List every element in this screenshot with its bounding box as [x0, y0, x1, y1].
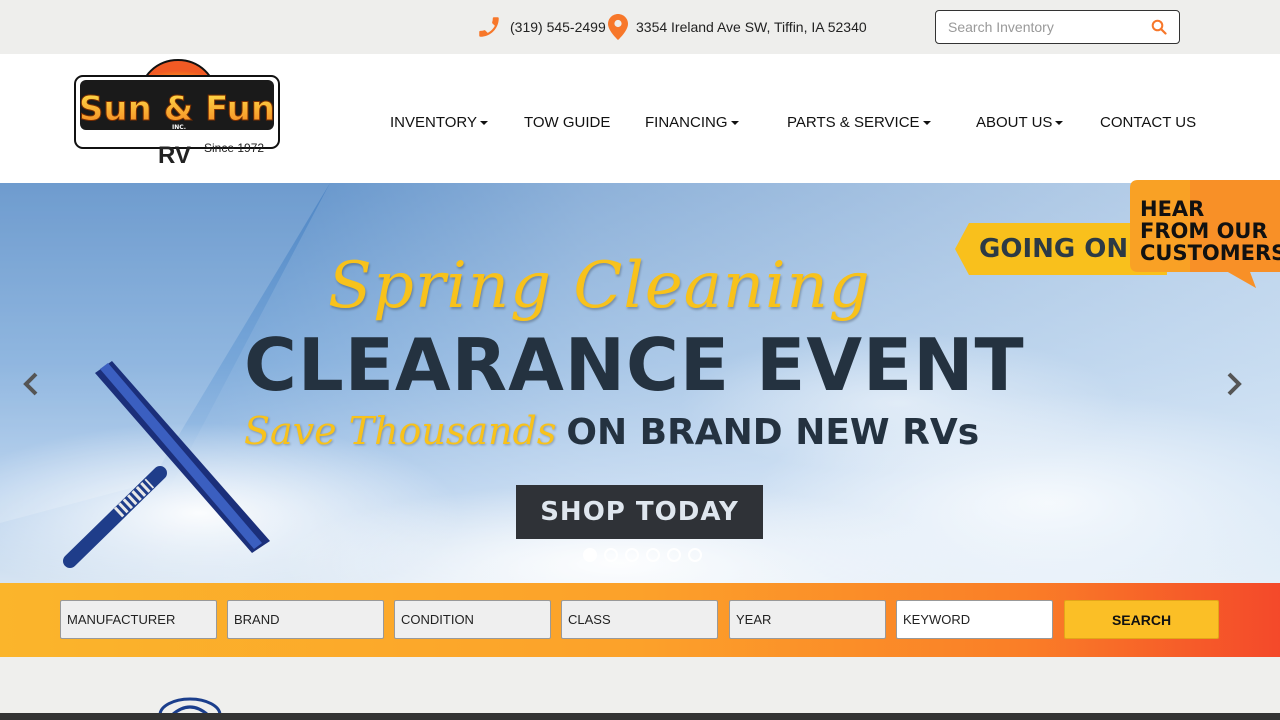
nav-parts-service-label: PARTS & SERVICE — [787, 114, 920, 131]
site-logo[interactable]: Sun & Fun INC. RV Since 1972 — [74, 36, 284, 169]
nav-financing[interactable]: FINANCING — [645, 114, 739, 131]
class-select[interactable]: CLASS — [561, 600, 718, 639]
carousel-dot[interactable] — [604, 548, 618, 562]
manufacturer-select[interactable]: MANUFACTURER — [60, 600, 217, 639]
hero-main-title: CLEARANCE EVENT — [244, 323, 1025, 407]
shop-today-button[interactable]: SHOP TODAY — [516, 485, 763, 539]
phone-number: (319) 545-2499 — [510, 19, 606, 35]
nav-inventory-label: INVENTORY — [390, 114, 477, 131]
caret-down-icon — [1055, 120, 1064, 125]
inventory-filter-bar: MANUFACTURER BRAND CONDITION CLASS YEAR … — [0, 583, 1280, 657]
nav-financing-label: FINANCING — [645, 114, 728, 131]
footer-edge — [0, 713, 1280, 720]
caret-down-icon — [922, 120, 931, 125]
chevron-right-icon[interactable] — [1221, 369, 1247, 399]
nav-contact-us[interactable]: CONTACT US — [1100, 114, 1196, 131]
testimonials-line-1: HEAR — [1140, 197, 1205, 221]
nav-inventory[interactable]: INVENTORY — [390, 114, 488, 131]
site-header: Sun & Fun INC. RV Since 1972 INVENTORY T… — [0, 54, 1280, 183]
carousel-dot[interactable] — [625, 548, 639, 562]
inventory-search — [935, 10, 1180, 44]
caret-down-icon — [730, 120, 739, 125]
nav-about-us[interactable]: ABOUT US — [976, 114, 1064, 131]
address-link[interactable]: 3354 Ireland Ave SW, Tiffin, IA 52340 — [608, 14, 867, 40]
svg-text:Since 1972: Since 1972 — [204, 141, 264, 155]
carousel-dot[interactable] — [688, 548, 702, 562]
nav-contact-us-label: CONTACT US — [1100, 114, 1197, 131]
logo-inc: INC. — [172, 124, 186, 131]
hero-carousel: Spring Cleaning CLEARANCE EVENT Save Tho… — [0, 183, 1280, 583]
search-input[interactable] — [936, 11, 1136, 43]
nav-tow-guide[interactable]: TOW GUIDE — [524, 114, 610, 131]
carousel-indicators — [583, 548, 702, 562]
testimonials-tab-text: HEAR FROM OUR CUSTOMERS — [1140, 198, 1280, 264]
carousel-dot[interactable] — [646, 548, 660, 562]
nav-about-us-label: ABOUT US — [976, 114, 1053, 131]
chevron-left-icon[interactable] — [18, 369, 44, 399]
search-icon[interactable] — [1151, 19, 1167, 35]
condition-select[interactable]: CONDITION — [394, 600, 551, 639]
caret-down-icon — [479, 120, 488, 125]
keyword-input[interactable]: KEYWORD — [896, 600, 1053, 639]
logo-graphic: Sun & Fun INC. RV Since 1972 — [74, 59, 280, 169]
year-select[interactable]: YEAR — [729, 600, 886, 639]
testimonials-line-2: FROM OUR — [1140, 219, 1268, 243]
nav-parts-service[interactable]: PARTS & SERVICE — [787, 114, 931, 131]
brand-select[interactable]: BRAND — [227, 600, 384, 639]
brands-section — [0, 657, 1280, 720]
phone-link[interactable]: (319) 545-2499 — [476, 14, 606, 40]
phone-icon — [479, 17, 499, 37]
search-button[interactable]: SEARCH — [1064, 600, 1219, 639]
testimonials-tab[interactable]: HEAR FROM OUR CUSTOMERS — [1130, 180, 1280, 288]
address-text: 3354 Ireland Ave SW, Tiffin, IA 52340 — [636, 19, 867, 35]
nav-tow-guide-label: TOW GUIDE — [524, 114, 611, 131]
svg-text:RV: RV — [158, 142, 191, 166]
testimonials-line-3: CUSTOMERS — [1140, 241, 1280, 265]
carousel-dot[interactable] — [667, 548, 681, 562]
hero-save-bold: ON BRAND NEW RVs — [566, 412, 980, 453]
map-pin-icon — [608, 14, 628, 40]
hero-script-title: Spring Cleaning — [328, 249, 871, 323]
carousel-dot[interactable] — [583, 548, 597, 562]
hero-subtitle: Save Thousands ON BRAND NEW RVs — [244, 409, 979, 453]
svg-text:Sun & Fun: Sun & Fun — [79, 89, 275, 129]
hero-save-script: Save Thousands — [244, 409, 557, 453]
